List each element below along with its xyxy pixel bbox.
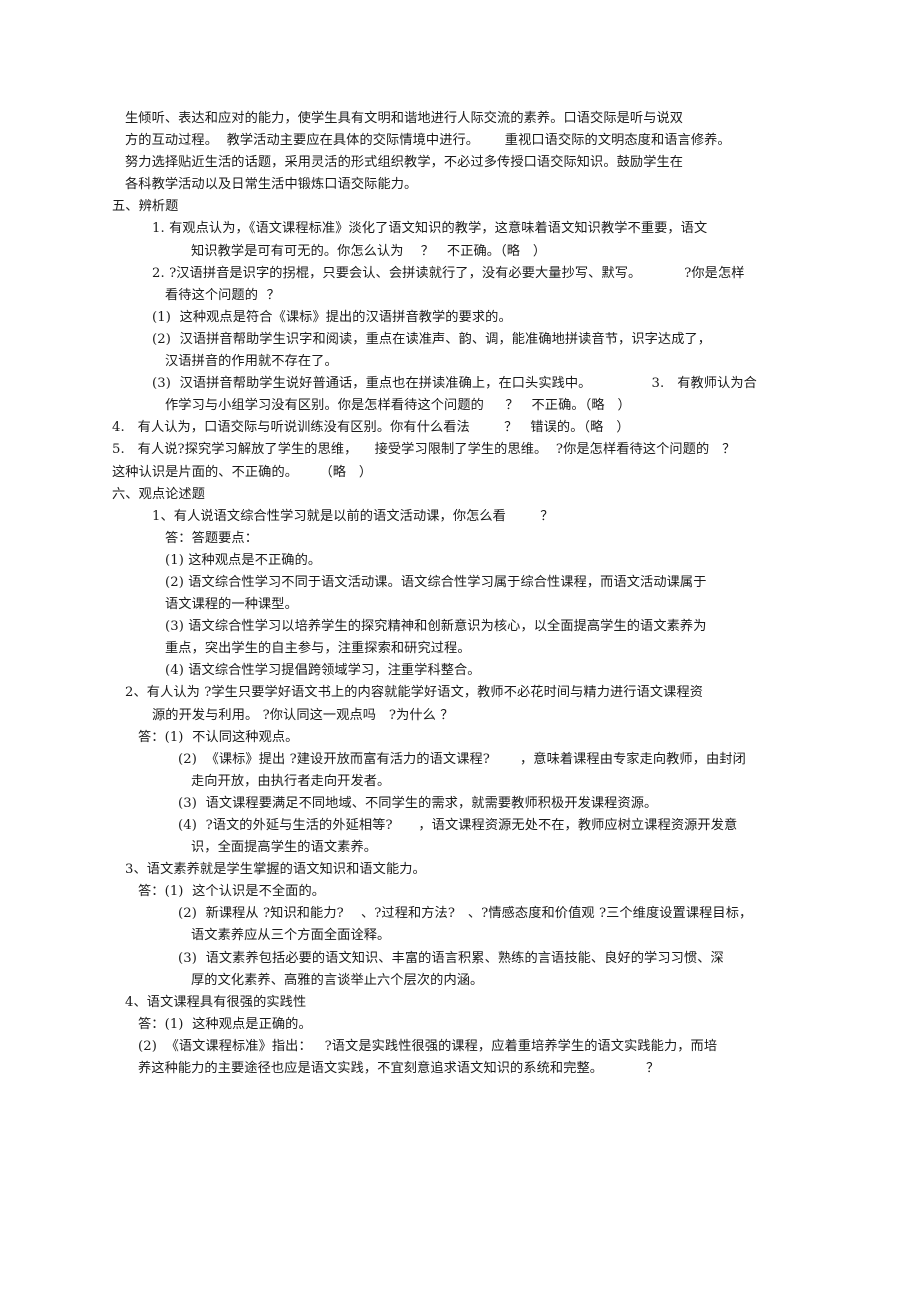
document-page: 生倾听、表达和应对的能力，使学生具有文明和谐地进行人际交流的素养。口语交际是听与… — [0, 0, 920, 1303]
text-line: 汉语拼音的作用就不存在了。 — [165, 354, 338, 370]
text-line: 答：(1) 这个认识是不全面的。 — [138, 884, 326, 900]
text-line: 答：(1) 不认同这种观点。 — [138, 729, 299, 745]
text-line: 走向开放，由执行者走向开发者。 — [191, 773, 391, 789]
text-line: (2) 语文综合性学习不同于语文活动课。语文综合性学习属于综合性课程，而语文活动… — [165, 574, 707, 590]
text-line: 看待这个问题的 ？ — [165, 287, 280, 303]
text-line: (4) 语文综合性学习提倡跨领域学习，注重学科整合。 — [165, 663, 481, 679]
text-line: 这种认识是片面的、不正确的。 （略 ） — [112, 464, 373, 480]
text-line: 努力选择贴近生活的话题，采用灵活的形式组织教学，不必过多传授口语交际知识。鼓励学… — [125, 155, 684, 171]
text-line: 源的开发与利用。 ?你认同这一观点吗 ?为什么 ？ — [152, 707, 454, 723]
text-line: 4、语文课程具有很强的实践性 — [125, 994, 307, 1010]
document-text-body: 生倾听、表达和应对的能力，使学生具有文明和谐地进行人际交流的素养。口语交际是听与… — [112, 108, 822, 1080]
text-line: 养这种能力的主要途径也应是语文实践，不宜刻意追求语文知识的系统和完整。 ？ — [138, 1061, 660, 1077]
text-line: (4) ?语文的外延与生活的外延相等? ，语文课程资源无处不在，教师应树立课程资… — [178, 818, 738, 833]
text-line: 厚的文化素养、高雅的言谈举止六个层次的内涵。 — [191, 972, 484, 988]
text-line: 识，全面提高学生的语文素养。 — [191, 840, 378, 856]
text-line: (2) 汉语拼音帮助学生识字和阅读，重点在读准声、韵、调，能准确地拼读音节，识字… — [152, 331, 712, 347]
text-line: 5. 有人说?探究学习解放了学生的思维， 接受学习限制了学生的思维。 ?你是怎样… — [112, 442, 736, 458]
text-line: 3、语文素养就是学生掌握的语文知识和语文能力。 — [125, 862, 426, 878]
text-line: 六、观点论述题 — [112, 486, 206, 502]
text-line: 4. 有人认为，口语交际与听说训练没有区别。你有什么看法 ？ 错误的。（略 ） — [112, 420, 630, 436]
text-line: (2) 新课程从 ?知识和能力? 、?过程和方法? 、?情感态度和价值观 ?三个… — [178, 906, 753, 922]
text-line: (3) 汉语拼音帮助学生说好普通话，重点也在拼读准确上，在口头实践中。 3. 有… — [152, 376, 757, 392]
text-line: 答：答题要点： — [165, 530, 259, 546]
text-line: (3) 语文课程要满足不同地域、不同学生的需求，就需要教师积极开发课程资源。 — [178, 795, 658, 811]
text-line: 知识教学是可有可无的。你怎么认为 ？ 不正确。（略 ） — [191, 243, 547, 259]
text-line: 1. 有观点认为，《语文课程标准》淡化了语文知识的教学，这意味着语文知识教学不重… — [152, 221, 708, 237]
text-line: (2) 《语文课程标准》指出： ?语文是实践性很强的课程，应着重培养学生的语文实… — [138, 1038, 718, 1054]
text-line: (3) 语文综合性学习以培养学生的探究精神和创新意识为核心，以全面提高学生的语文… — [165, 619, 707, 635]
text-line: 生倾听、表达和应对的能力，使学生具有文明和谐地进行人际交流的素养。口语交际是听与… — [125, 111, 684, 126]
text-line: 五、辨析题 — [112, 199, 179, 215]
text-line: 2、有人认为 ?学生只要学好语文书上的内容就能学好语文，教师不必花时间与精力进行… — [125, 685, 704, 701]
text-line: 语文课程的一种课型。 — [165, 597, 298, 613]
text-line: (3) 语文素养包括必要的语文知识、丰富的语言积累、熟练的言语技能、良好的学习习… — [178, 950, 724, 966]
text-line: 语文素养应从三个方面全面诠释。 — [191, 928, 391, 944]
text-line: (2) 《课标》提出 ?建设开放而富有活力的语文课程? ，意味着课程由专家走向教… — [178, 751, 746, 767]
text-line: 各科教学活动以及日常生活中锻炼口语交际能力。 — [125, 177, 418, 193]
text-line: 作学习与小组学习没有区别。你是怎样看待这个问题的 ？ 不正确。（略 ） — [165, 398, 631, 414]
text-line: 1、有人说语文综合性学习就是以前的语文活动课，你怎么看 ？ — [152, 508, 554, 524]
text-line: 方的互动过程。 教学活动主要应在具体的交际情境中进行。 重视口语交际的文明态度和… — [125, 133, 731, 149]
text-line: (1) 这种观点是符合《课标》提出的汉语拼音教学的要求的。 — [152, 309, 512, 325]
text-line: (1) 这种观点是不正确的。 — [165, 552, 322, 568]
text-line: 答：(1) 这种观点是正确的。 — [138, 1016, 312, 1032]
text-line: 重点，突出学生的自主参与，注重探索和研究过程。 — [165, 641, 471, 657]
text-line: 2. ?汉语拼音是识字的拐棍，只要会认、会拼读就行了，没有必要大量抄写、默写。 … — [152, 265, 745, 281]
